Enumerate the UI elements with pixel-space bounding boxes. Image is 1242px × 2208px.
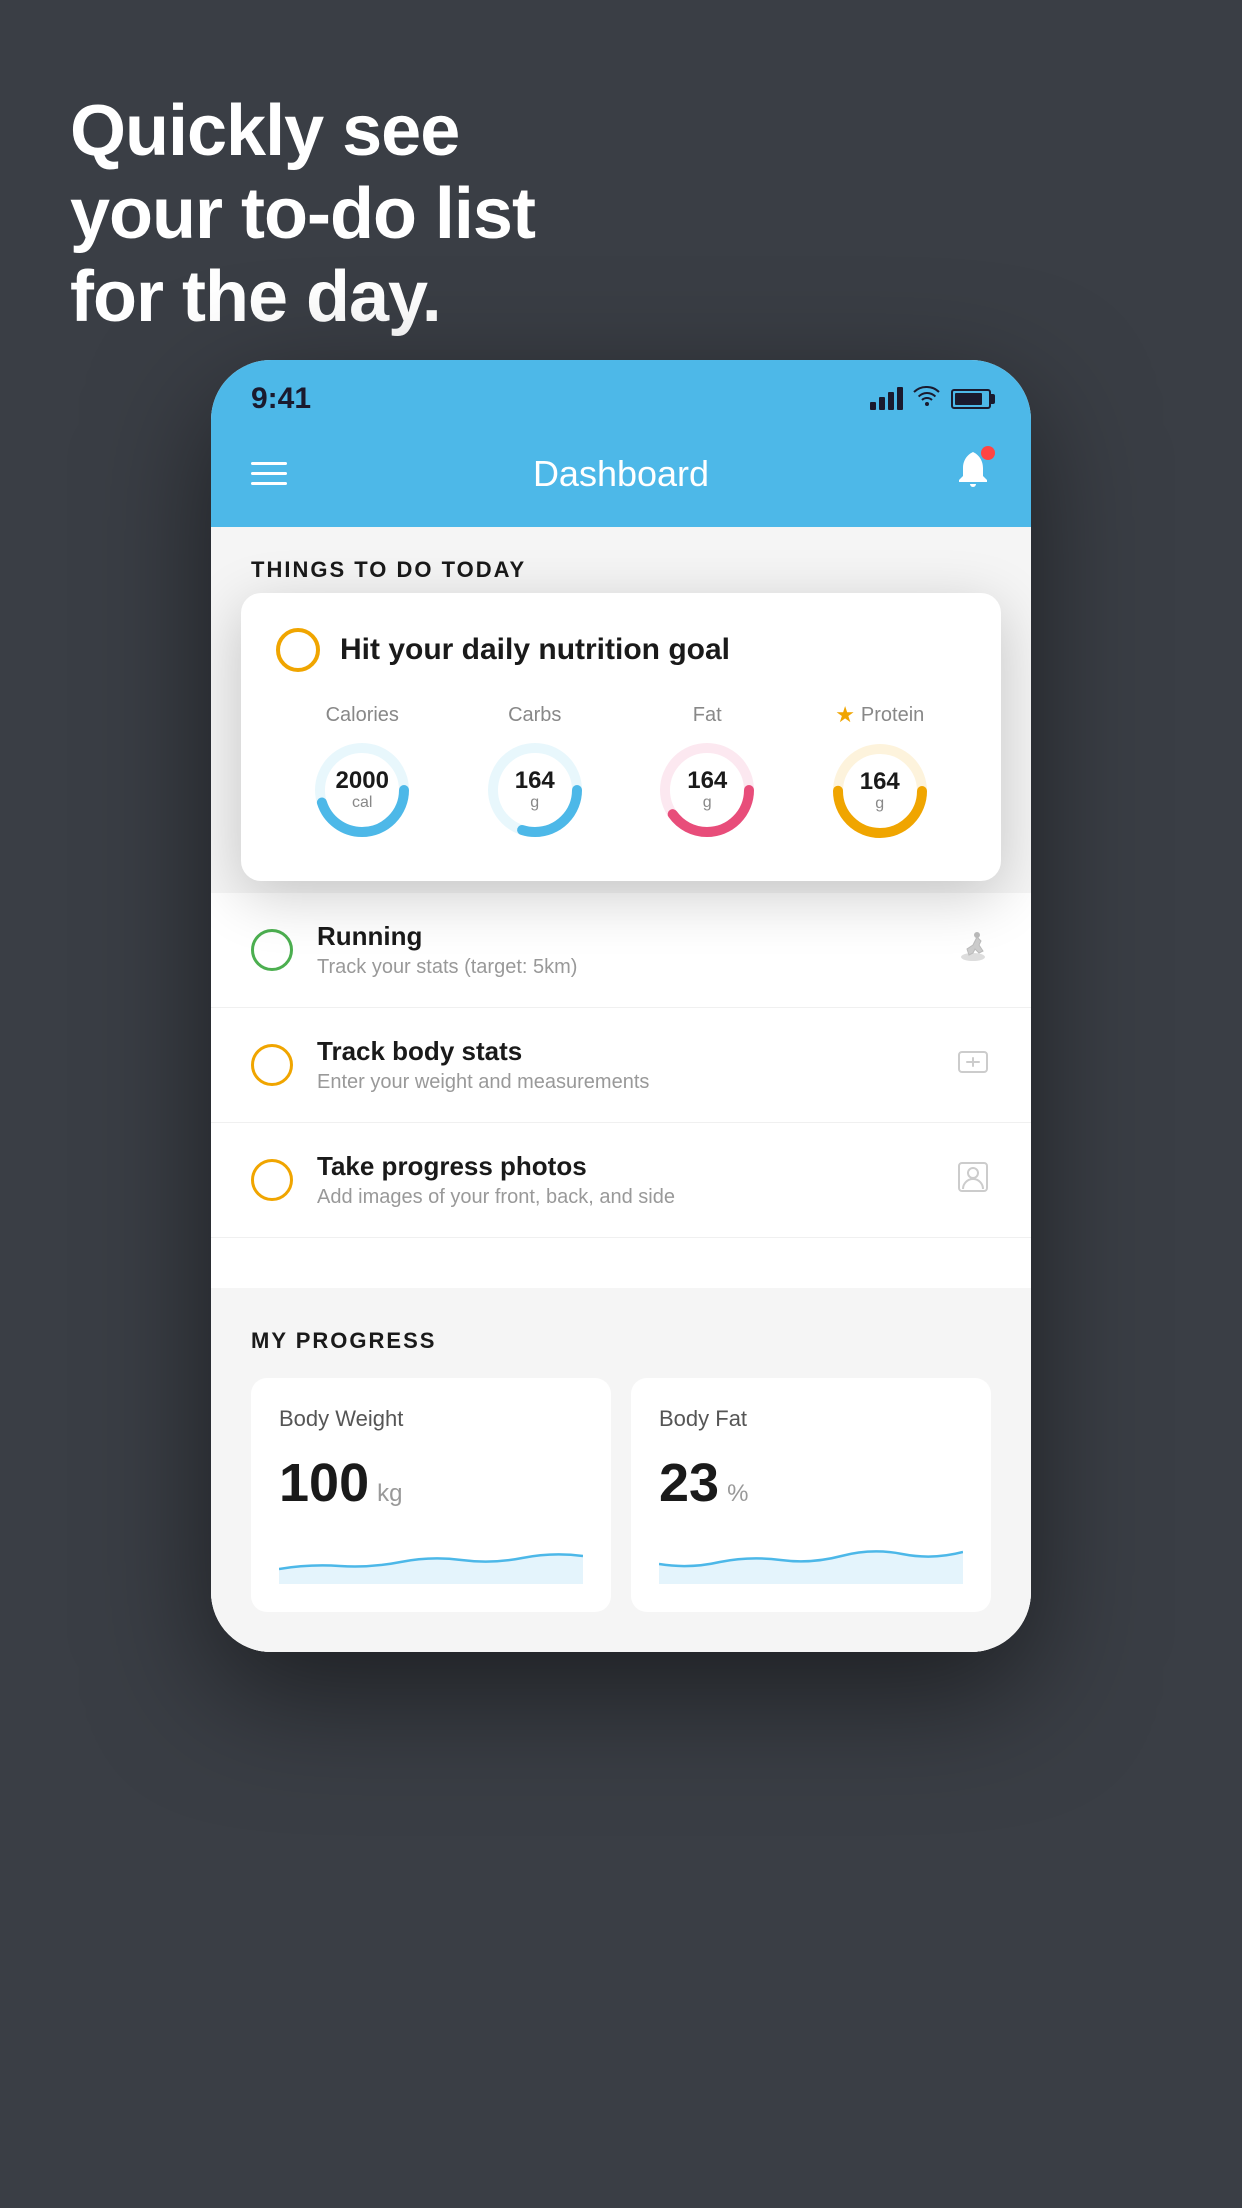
battery-icon bbox=[951, 389, 991, 409]
weight-card-title: Body Weight bbox=[279, 1406, 583, 1432]
todo-name-running: Running bbox=[317, 921, 931, 952]
weight-number: 100 bbox=[279, 1452, 369, 1514]
fat-donut: 164 g bbox=[652, 735, 762, 845]
wifi-icon bbox=[913, 386, 941, 412]
nutrition-fat: Fat 164 g bbox=[652, 704, 762, 845]
fat-label: Fat bbox=[693, 704, 722, 727]
todo-text-photos: Take progress photos Add images of your … bbox=[317, 1151, 931, 1209]
hero-line1: Quickly see bbox=[70, 90, 535, 173]
protein-donut: 164 g bbox=[825, 736, 935, 846]
fat-value-row: 23 % bbox=[659, 1452, 963, 1514]
status-icons bbox=[870, 386, 991, 412]
status-bar: 9:41 bbox=[211, 360, 1031, 430]
header-title: Dashboard bbox=[533, 453, 709, 495]
protein-label-row: ★ Protein bbox=[835, 702, 924, 728]
todo-item-photos[interactable]: Take progress photos Add images of your … bbox=[211, 1123, 1031, 1238]
calories-donut: 2000 cal bbox=[307, 735, 417, 845]
nutrition-card: Hit your daily nutrition goal Calories bbox=[241, 593, 1001, 881]
hero-line2: your to-do list bbox=[70, 173, 535, 256]
weight-unit: kg bbox=[377, 1480, 402, 1508]
todo-desc-running: Track your stats (target: 5km) bbox=[317, 956, 931, 979]
todo-item-running[interactable]: Running Track your stats (target: 5km) bbox=[211, 893, 1031, 1008]
signal-icon bbox=[870, 388, 903, 410]
card-title: Hit your daily nutrition goal bbox=[340, 633, 730, 667]
progress-card-fat[interactable]: Body Fat 23 % bbox=[631, 1378, 991, 1612]
phone-mockup: 9:41 Dashboard bbox=[211, 360, 1031, 1652]
section-header-today: THINGS TO DO TODAY bbox=[211, 527, 1031, 603]
notification-button[interactable] bbox=[955, 450, 991, 497]
scale-icon bbox=[955, 1044, 991, 1087]
todo-desc-bodystats: Enter your weight and measurements bbox=[317, 1071, 931, 1094]
notification-dot bbox=[981, 446, 995, 460]
fat-chart bbox=[659, 1534, 963, 1584]
todo-name-photos: Take progress photos bbox=[317, 1151, 931, 1182]
running-icon bbox=[955, 929, 991, 972]
weight-chart bbox=[279, 1534, 583, 1584]
fat-card-title: Body Fat bbox=[659, 1406, 963, 1432]
hero-line3: for the day. bbox=[70, 256, 535, 339]
progress-cards: Body Weight 100 kg Body Fat bbox=[251, 1378, 991, 1612]
fat-unit: % bbox=[727, 1480, 748, 1508]
todo-circle-bodystats bbox=[251, 1044, 293, 1086]
carbs-donut: 164 g bbox=[480, 735, 590, 845]
nutrition-carbs: Carbs 164 g bbox=[480, 704, 590, 845]
menu-button[interactable] bbox=[251, 462, 287, 485]
status-time: 9:41 bbox=[251, 382, 311, 416]
todo-text-bodystats: Track body stats Enter your weight and m… bbox=[317, 1036, 931, 1094]
nutrition-row: Calories 2000 cal bbox=[276, 702, 966, 846]
nutrition-protein: ★ Protein 164 g bbox=[825, 702, 935, 846]
todo-list: Running Track your stats (target: 5km) T… bbox=[211, 893, 1031, 1238]
main-content: THINGS TO DO TODAY Hit your daily nutrit… bbox=[211, 527, 1031, 1652]
star-icon: ★ bbox=[835, 702, 855, 728]
nutrition-calories: Calories 2000 cal bbox=[307, 704, 417, 845]
progress-section: MY PROGRESS Body Weight 100 kg bbox=[211, 1288, 1031, 1652]
hero-text: Quickly see your to-do list for the day. bbox=[70, 90, 535, 338]
todo-desc-photos: Add images of your front, back, and side bbox=[317, 1186, 931, 1209]
weight-value-row: 100 kg bbox=[279, 1452, 583, 1514]
todo-name-bodystats: Track body stats bbox=[317, 1036, 931, 1067]
fat-number: 23 bbox=[659, 1452, 719, 1514]
app-header: Dashboard bbox=[211, 430, 1031, 527]
progress-title: MY PROGRESS bbox=[251, 1328, 991, 1354]
todo-circle-running bbox=[251, 929, 293, 971]
section-title-today: THINGS TO DO TODAY bbox=[251, 557, 526, 582]
progress-card-weight[interactable]: Body Weight 100 kg bbox=[251, 1378, 611, 1612]
todo-circle-photos bbox=[251, 1159, 293, 1201]
carbs-label: Carbs bbox=[508, 704, 561, 727]
card-header: Hit your daily nutrition goal bbox=[276, 628, 966, 672]
todo-text-running: Running Track your stats (target: 5km) bbox=[317, 921, 931, 979]
person-icon bbox=[955, 1159, 991, 1202]
calories-label: Calories bbox=[326, 704, 399, 727]
todo-circle-nutrition[interactable] bbox=[276, 628, 320, 672]
protein-label: Protein bbox=[861, 704, 924, 727]
todo-item-bodystats[interactable]: Track body stats Enter your weight and m… bbox=[211, 1008, 1031, 1123]
